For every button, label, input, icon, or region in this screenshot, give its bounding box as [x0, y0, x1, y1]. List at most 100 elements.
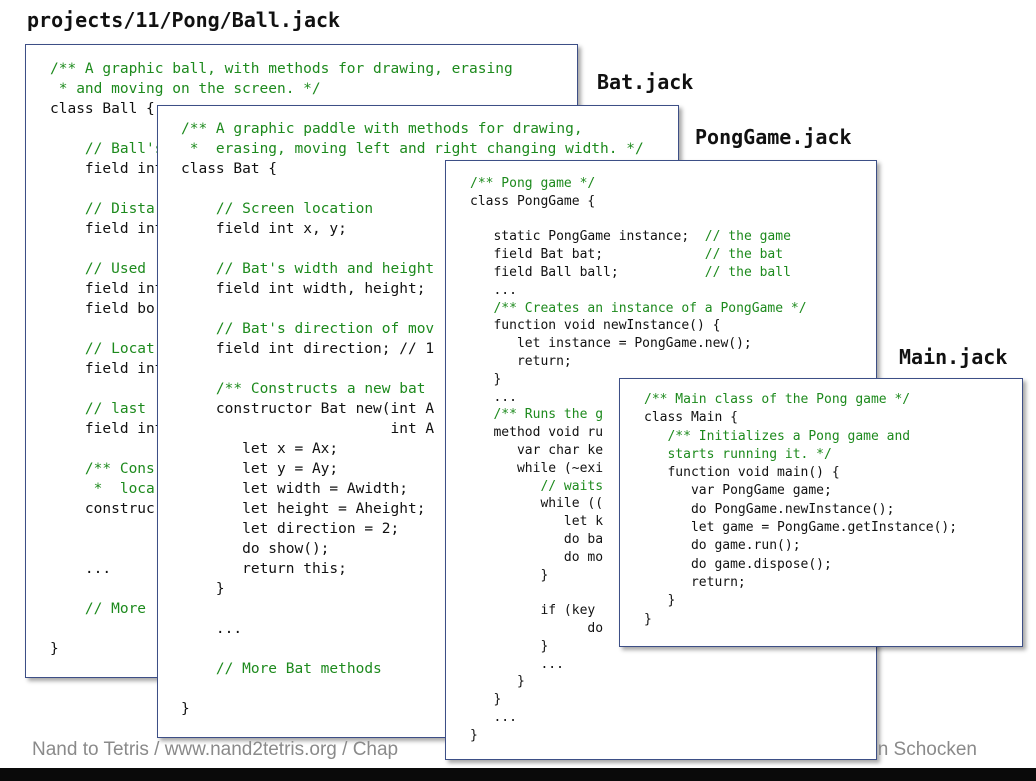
main-file-title: Main.jack — [899, 345, 1008, 369]
code-text: return; — [644, 574, 746, 590]
code-text: return this; — [181, 561, 347, 577]
code-text: // More — [50, 601, 147, 617]
code-text: // last — [50, 401, 147, 417]
code-line: ... — [470, 656, 807, 674]
code-text: field bo — [50, 301, 155, 317]
code-text: * erasing, moving left and right changin… — [181, 141, 644, 157]
code-line: } — [644, 592, 957, 610]
code-line: * erasing, moving left and right changin… — [181, 139, 644, 159]
code-text: do game.dispose(); — [644, 556, 832, 572]
code-line: starts running it. */ — [644, 446, 957, 464]
code-line: return; — [470, 353, 807, 371]
code-text: let x = Ax; — [181, 441, 339, 457]
code-text: } — [470, 567, 549, 583]
code-text: var PongGame game; — [644, 483, 832, 499]
code-line: static PongGame instance; // the game — [470, 228, 807, 246]
code-text: /** A graphic ball, with methods for dra… — [50, 61, 513, 77]
code-text: /** Runs the g — [470, 407, 604, 423]
main-code-panel: /** Main class of the Pong game */ class … — [619, 378, 1023, 647]
footer-credit: Nand to Tetris / www.nand2tetris.org / C… — [32, 739, 977, 761]
code-text: /** Main class of the Pong game */ — [644, 392, 911, 407]
code-text: construc — [50, 501, 155, 517]
code-text: /** Cons — [50, 461, 155, 477]
code-text: var char ke — [470, 442, 604, 458]
bottom-black-bar — [0, 768, 1036, 781]
code-text: // Screen location — [181, 201, 374, 217]
code-line: /** A graphic ball, with methods for dra… — [50, 59, 513, 79]
code-text: do — [470, 620, 604, 636]
code-text: ... — [50, 561, 112, 577]
code-text: // Ball's — [50, 141, 164, 157]
code-text: /** Pong game */ — [470, 176, 596, 191]
code-text: // Bat's direction of mov — [181, 321, 435, 337]
code-line: field Ball ball; // the ball — [470, 264, 807, 282]
code-line: class Main { — [644, 409, 957, 427]
code-text: let k — [470, 514, 604, 530]
code-text: } — [644, 611, 652, 627]
code-line: /** Creates an instance of a PongGame */ — [470, 300, 806, 318]
code-text: function void newInstance() { — [470, 318, 721, 334]
code-line: } — [470, 691, 807, 709]
ponggame-file-title: PongGame.jack — [695, 125, 852, 149]
code-text: field Bat bat; — [470, 247, 604, 263]
code-line: let game = PongGame.getInstance(); — [644, 519, 957, 537]
code-line: ... — [470, 709, 807, 727]
code-text: return; — [470, 353, 572, 369]
code-line: ... — [470, 282, 807, 300]
code-text: // waits — [470, 478, 604, 494]
code-text: } — [181, 581, 225, 597]
code-text: } — [470, 371, 502, 387]
code-text: } — [470, 674, 525, 690]
ball-file-title: projects/11/Pong/Ball.jack — [27, 8, 341, 32]
code-text: field int — [50, 161, 164, 177]
code-text: class Main { — [644, 410, 738, 426]
code-text: ... — [470, 282, 517, 298]
footer-text-left: Nand to Tetris / www.nand2tetris.org / C… — [32, 739, 399, 760]
code-text: ... — [470, 656, 564, 672]
code-text: do mo — [470, 549, 604, 565]
code-comment: // the ball — [618, 264, 791, 280]
code-line: function void newInstance() { — [470, 317, 807, 335]
code-line: } — [644, 611, 957, 629]
code-text: field int width, height; — [181, 281, 426, 297]
code-text: let game = PongGame.getInstance(); — [644, 520, 958, 536]
code-text: /** A graphic paddle with methods for dr… — [181, 121, 583, 137]
code-text: class Ball { — [50, 101, 155, 117]
code-text: let direction = 2; — [181, 521, 400, 537]
code-line: /** Initializes a Pong game and — [644, 428, 957, 446]
code-text: class Bat { — [181, 161, 278, 177]
code-comment: // the bat — [603, 247, 784, 263]
code-text: field int — [50, 281, 164, 297]
code-text: field int — [50, 221, 164, 237]
code-line: do PongGame.newInstance(); — [644, 501, 957, 519]
code-text: } — [644, 593, 676, 609]
code-text: /** Constructs a new bat — [181, 381, 426, 397]
main-code: /** Main class of the Pong game */ class … — [644, 391, 957, 629]
code-text: starts running it. */ — [644, 446, 832, 462]
code-text: class PongGame { — [470, 193, 596, 209]
code-text: do game.run(); — [644, 538, 801, 554]
code-text: field Ball ball; — [470, 264, 619, 280]
code-comment: // the game — [689, 229, 791, 245]
code-line: var PongGame game; — [644, 482, 957, 500]
code-text: while (( — [470, 496, 604, 512]
code-line: do game.dispose(); — [644, 556, 957, 574]
code-line: field Bat bat; // the bat — [470, 246, 807, 264]
code-text: ... — [181, 621, 243, 637]
code-text: // Locat — [50, 341, 155, 357]
code-line: class PongGame { — [470, 193, 807, 211]
footer-text-right: n Schocken — [877, 739, 977, 760]
code-text: method void ru — [470, 425, 604, 441]
code-text: // Bat's width and height — [181, 261, 435, 277]
code-text: * loca — [50, 481, 155, 497]
code-text: } — [470, 638, 549, 654]
code-text: let instance = PongGame.new(); — [470, 336, 752, 352]
code-text: field int x, y; — [181, 221, 347, 237]
code-text: let y = Ay; — [181, 461, 339, 477]
code-text: do PongGame.newInstance(); — [644, 501, 895, 517]
code-text: static PongGame instance; — [470, 229, 690, 245]
code-text: ... — [470, 709, 517, 725]
code-text: // Dista — [50, 201, 155, 217]
code-text: field int — [50, 421, 164, 437]
code-text: function void main() { — [644, 465, 840, 481]
